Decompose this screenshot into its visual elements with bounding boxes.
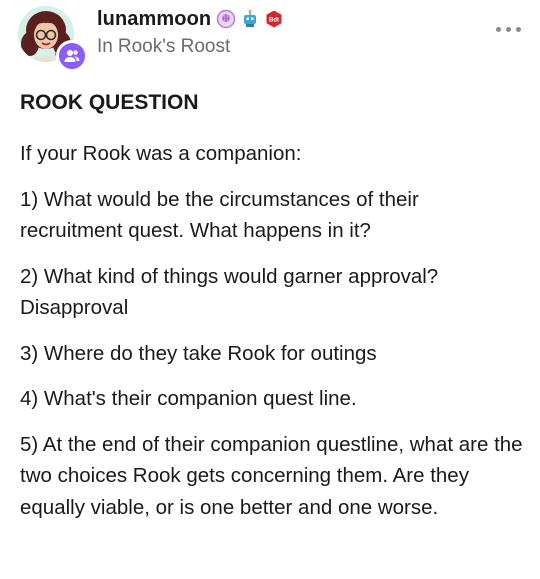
community-row: In Rook's Roost <box>97 36 230 58</box>
username-link[interactable]: lunammoon <box>97 8 211 31</box>
hexagon-badge-text: Bdt <box>269 18 279 24</box>
more-options-icon[interactable] <box>488 18 528 40</box>
post-body: ROOK QUESTION If your Rook was a compani… <box>20 88 525 537</box>
avatar-group[interactable] <box>18 6 88 72</box>
user-badges: Bdt <box>216 9 284 29</box>
more-dot <box>505 26 511 32</box>
community-prefix: In <box>97 36 113 57</box>
post-header: lunammoon Bdt In Rook's Roost <box>0 0 540 76</box>
hexagon-badge-icon[interactable]: Bdt <box>264 9 284 29</box>
brain-badge-icon[interactable] <box>216 9 236 29</box>
post-title: ROOK QUESTION <box>20 91 199 114</box>
post-paragraph: 3) Where do they take Rook for outings <box>20 341 377 365</box>
more-dot <box>515 26 521 32</box>
post-paragraph: 1) What would be the circumstances of th… <box>20 187 419 243</box>
robot-badge-icon[interactable] <box>240 9 260 29</box>
post-paragraph: 4) What's their companion quest line. <box>20 387 357 410</box>
community-link[interactable]: Rook's Roost <box>118 36 230 57</box>
username-row: lunammoon Bdt <box>97 6 284 32</box>
post-paragraph: If your Rook was a companion: <box>20 142 302 165</box>
group-icon[interactable] <box>56 40 88 72</box>
more-dot <box>495 26 501 32</box>
post-paragraph: 5) At the end of their companion questli… <box>20 432 523 519</box>
post-paragraph: 2) What kind of things would garner appr… <box>20 264 439 320</box>
